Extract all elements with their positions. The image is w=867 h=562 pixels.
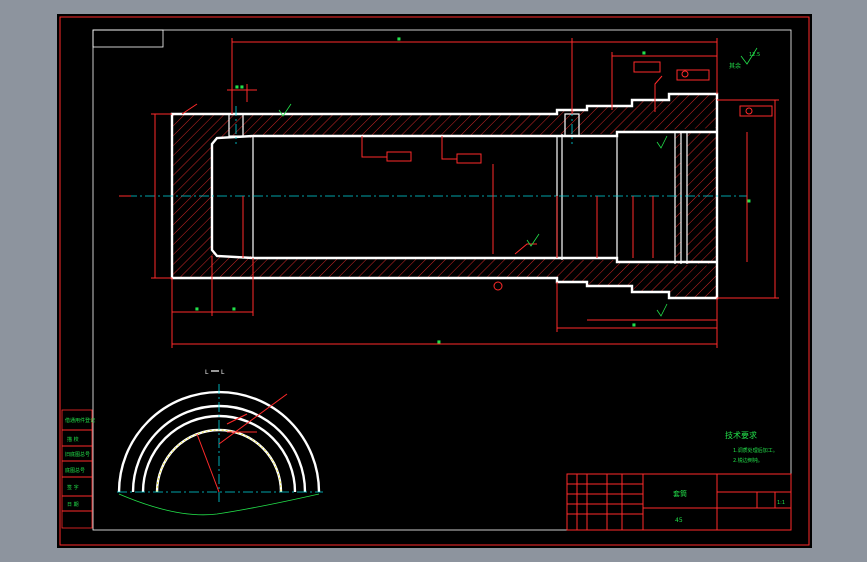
tech-req-title: 技术要求 [725, 430, 757, 440]
svg-text:■: ■ [397, 36, 401, 41]
svg-text:■: ■ [747, 198, 751, 203]
tech-req-item-1: 1.调质处理后加工。 [733, 447, 778, 454]
side-item-1: 借通用件登记 [65, 417, 95, 424]
material: 45 [675, 517, 683, 524]
scale: 1:1 [777, 500, 785, 506]
roughness-suffix: 其余 [729, 62, 741, 70]
svg-text:■: ■ [642, 50, 646, 55]
section-l-l-view: L L [117, 369, 323, 516]
svg-text:■: ■ [632, 322, 636, 327]
roughness-value: 12.5 [749, 52, 760, 58]
technical-requirements: 技术要求 1.调质处理后加工。 2.锐边倒钝。 [725, 430, 778, 464]
part-name: 套筒 [673, 489, 687, 498]
drawing-sheet: 借通用件登记 描 校 旧底图总号 底图总号 签 字 日 期 ■ ■ ■ ■ ■ … [57, 14, 812, 548]
tech-req-item-2: 2.锐边倒钝。 [733, 457, 763, 464]
cad-drawing: 借通用件登记 描 校 旧底图总号 底图总号 签 字 日 期 ■ ■ ■ ■ ■ … [59, 16, 810, 546]
section-label-right: L [221, 369, 225, 376]
code-box [92, 29, 164, 48]
svg-text:■: ■ [195, 306, 199, 311]
section-label-left: L [205, 369, 209, 376]
title-block: 套筒 45 1:1 [566, 473, 792, 531]
side-item-4: 底图总号 [65, 467, 85, 474]
side-item-5: 签 字 [67, 484, 79, 491]
svg-text:■: ■ [232, 306, 236, 311]
side-item-6: 日 期 [67, 502, 79, 508]
svg-text:■ ■: ■ ■ [235, 84, 244, 89]
bore [253, 138, 557, 256]
main-section-view [127, 92, 747, 300]
svg-text:■: ■ [437, 339, 441, 344]
side-item-3: 旧底图总号 [65, 451, 90, 458]
side-item-2: 描 校 [67, 436, 79, 443]
side-column: 借通用件登记 描 校 旧底图总号 底图总号 签 字 日 期 [61, 409, 95, 529]
